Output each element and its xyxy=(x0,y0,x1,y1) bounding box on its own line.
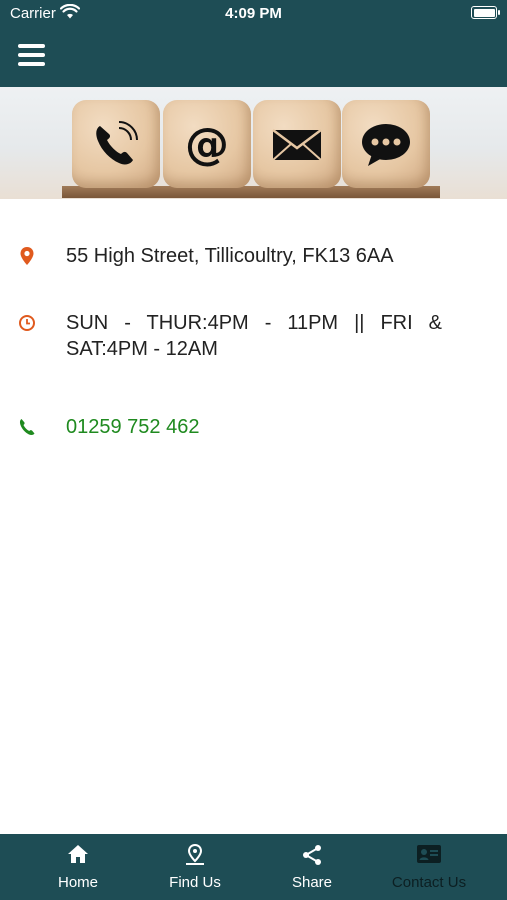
hours-line-1: SUN - THUR:4PM - 11PM || FRI & xyxy=(66,312,442,334)
map-pin-icon xyxy=(186,844,204,865)
hamburger-menu-icon[interactable] xyxy=(18,44,46,68)
at-block: @ xyxy=(163,100,251,188)
address-text[interactable]: 55 High Street, Tillicoultry, FK13 6AA xyxy=(66,243,394,269)
phone-icon xyxy=(19,419,35,436)
envelope-icon xyxy=(272,129,322,161)
tab-home-label: Home xyxy=(57,874,98,891)
tab-home[interactable]: Home xyxy=(20,834,136,900)
home-icon xyxy=(68,845,88,863)
phone-number-link[interactable]: 01259 752 462 xyxy=(66,414,199,440)
phone-icon xyxy=(96,121,138,165)
tab-share[interactable]: Share xyxy=(254,834,370,900)
share-icon xyxy=(303,845,321,865)
at-icon: @ xyxy=(185,119,229,170)
battery-icon xyxy=(471,6,500,19)
phone-block xyxy=(72,100,160,188)
tab-contact-us[interactable]: Contact Us xyxy=(371,834,487,900)
envelope-block xyxy=(253,100,341,188)
tab-share-label: Share xyxy=(291,874,333,891)
status-bar: Carrier 4:09 PM xyxy=(0,0,507,28)
tab-find-us-label: Find Us xyxy=(169,874,221,891)
hours-line-2: SAT:4PM - 12AM xyxy=(66,338,218,360)
tab-find-us[interactable]: Find Us xyxy=(137,834,253,900)
status-time: 4:09 PM xyxy=(225,5,282,22)
map-marker-icon xyxy=(20,247,34,265)
tab-contact-us-label: Contact Us xyxy=(391,874,467,891)
bottom-tab-bar: Home Find Us Share Contact Us xyxy=(0,834,507,900)
app-header: Carrier 4:09 PM xyxy=(0,0,507,87)
chat-bubble-icon xyxy=(362,124,410,166)
chat-block xyxy=(342,100,430,188)
contact-card-icon xyxy=(417,845,441,863)
clock-icon xyxy=(19,315,35,331)
svg-text:@: @ xyxy=(185,119,229,170)
